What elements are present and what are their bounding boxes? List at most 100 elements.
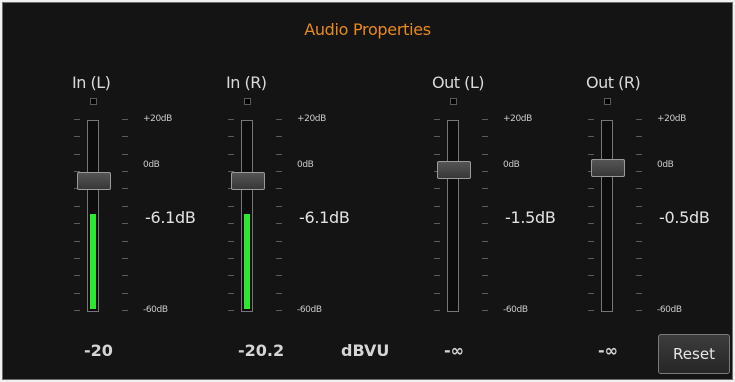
scale-tick bbox=[228, 205, 234, 207]
fader-track[interactable] bbox=[241, 120, 253, 312]
gain-readout: -1.5dB bbox=[505, 208, 556, 227]
channel-label: In (R) bbox=[226, 73, 267, 92]
fader-thumb[interactable] bbox=[231, 172, 265, 191]
clip-indicator bbox=[90, 98, 97, 105]
channel-strip: Out (L) +20dB 0dB -60dB -1.5dB -∞ bbox=[427, 3, 607, 381]
scale-tick bbox=[588, 188, 594, 190]
reset-button[interactable]: Reset bbox=[658, 334, 730, 374]
scale-tick bbox=[482, 310, 488, 311]
scale-tick bbox=[434, 240, 440, 242]
scale-tick bbox=[276, 153, 282, 155]
scale-tick bbox=[228, 275, 234, 277]
level-readout: -∞ bbox=[444, 341, 464, 360]
channel-strip: Out (R) +20dB 0dB -60dB -0.5dB -∞ bbox=[581, 3, 735, 381]
scale-tick bbox=[74, 153, 80, 155]
gain-readout: -6.1dB bbox=[145, 208, 196, 227]
scale-tick bbox=[276, 119, 282, 120]
scale-tick bbox=[122, 257, 128, 259]
fader-track[interactable] bbox=[87, 120, 99, 312]
scale-tick bbox=[122, 205, 128, 207]
scale-tick bbox=[276, 205, 282, 207]
scale-tick bbox=[74, 119, 80, 120]
scale-tick bbox=[276, 188, 282, 190]
scale-tick bbox=[228, 136, 234, 138]
scale-tick bbox=[74, 136, 80, 138]
scale-label-mid: 0dB bbox=[503, 160, 520, 170]
fader-track[interactable] bbox=[447, 120, 459, 312]
scale-tick bbox=[434, 292, 440, 294]
scale-tick bbox=[122, 136, 128, 138]
scale-tick bbox=[434, 188, 440, 190]
scale-tick bbox=[434, 310, 440, 311]
scale-tick bbox=[434, 257, 440, 259]
scale-tick bbox=[588, 136, 594, 138]
level-meter-fill bbox=[244, 213, 250, 309]
scale-label-bottom: -60dB bbox=[503, 305, 528, 315]
scale-tick bbox=[122, 292, 128, 294]
scale-tick bbox=[228, 257, 234, 259]
scale-tick bbox=[122, 275, 128, 277]
scale-tick bbox=[482, 275, 488, 277]
scale-tick bbox=[482, 153, 488, 155]
fader-thumb[interactable] bbox=[77, 172, 111, 191]
scale-tick bbox=[636, 257, 642, 259]
scale-tick bbox=[122, 223, 128, 225]
fader-thumb[interactable] bbox=[591, 158, 625, 177]
scale-tick bbox=[636, 240, 642, 242]
scale-tick bbox=[482, 205, 488, 207]
scale-tick bbox=[122, 153, 128, 155]
scale-tick bbox=[482, 188, 488, 190]
clip-indicator bbox=[604, 98, 611, 105]
channel-label: Out (R) bbox=[586, 73, 641, 92]
scale-tick bbox=[276, 275, 282, 277]
scale-tick bbox=[276, 257, 282, 259]
scale-tick bbox=[636, 188, 642, 190]
scale-tick bbox=[122, 188, 128, 190]
clip-indicator bbox=[450, 98, 457, 105]
scale-tick bbox=[228, 292, 234, 294]
scale-label-bottom: -60dB bbox=[297, 305, 322, 315]
fader-track[interactable] bbox=[601, 120, 613, 312]
channel-strip: In (R) +20dB 0dB -60dB -6.1dB -20.2 bbox=[221, 3, 401, 381]
scale-tick bbox=[434, 205, 440, 207]
scale-tick bbox=[122, 171, 128, 173]
scale-tick bbox=[636, 310, 642, 311]
scale-tick bbox=[588, 205, 594, 207]
scale-tick bbox=[588, 310, 594, 311]
scale-tick bbox=[122, 240, 128, 242]
scale-tick bbox=[588, 153, 594, 155]
scale-tick bbox=[122, 310, 128, 311]
channel-label: In (L) bbox=[72, 73, 111, 92]
scale-tick bbox=[482, 119, 488, 120]
gain-readout: -0.5dB bbox=[659, 208, 710, 227]
scale-label-mid: 0dB bbox=[657, 160, 674, 170]
audio-properties-panel: Audio Properties In (L) +20dB 0dB -60dB -6.1… bbox=[2, 2, 733, 380]
level-meter-fill bbox=[90, 213, 96, 309]
scale-tick bbox=[482, 223, 488, 225]
scale-tick bbox=[636, 275, 642, 277]
scale-tick bbox=[636, 136, 642, 138]
fader-thumb[interactable] bbox=[437, 161, 471, 180]
scale-tick bbox=[434, 275, 440, 277]
scale-tick bbox=[636, 292, 642, 294]
level-readout: -20 bbox=[84, 341, 113, 360]
scale-tick bbox=[482, 136, 488, 138]
scale-tick bbox=[276, 310, 282, 311]
scale-tick bbox=[636, 171, 642, 173]
scale-tick bbox=[588, 257, 594, 259]
level-readout: -20.2 bbox=[238, 341, 285, 360]
scale-tick bbox=[74, 275, 80, 277]
scale-tick bbox=[74, 205, 80, 207]
scale-tick bbox=[228, 240, 234, 242]
scale-label-top: +20dB bbox=[297, 114, 326, 124]
scale-label-top: +20dB bbox=[657, 114, 686, 124]
scale-tick bbox=[588, 240, 594, 242]
scale-tick bbox=[588, 292, 594, 294]
scale-tick bbox=[122, 119, 128, 120]
scale-tick bbox=[276, 240, 282, 242]
unit-label: dBVU bbox=[341, 341, 390, 360]
scale-tick bbox=[434, 136, 440, 138]
scale-tick bbox=[74, 310, 80, 311]
scale-label-bottom: -60dB bbox=[657, 305, 682, 315]
scale-tick bbox=[588, 223, 594, 225]
